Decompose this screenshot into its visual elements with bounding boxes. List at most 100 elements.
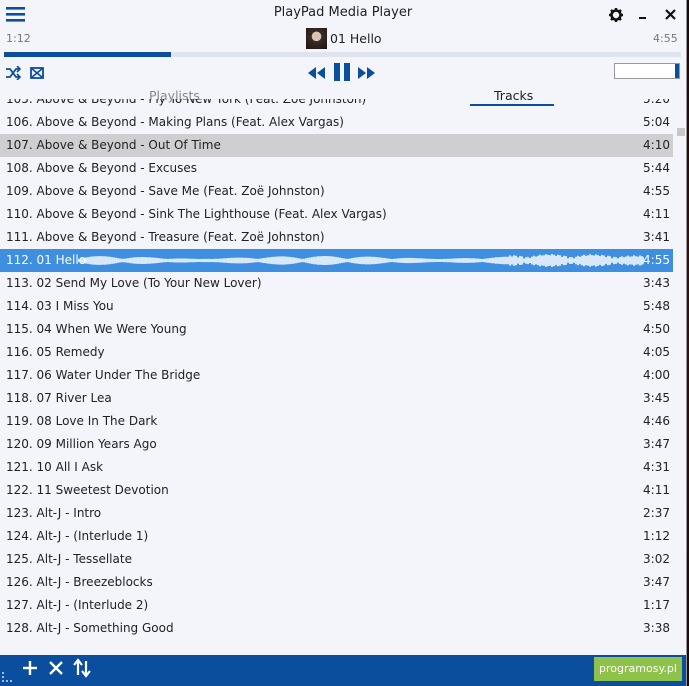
track-duration: 4:46 bbox=[643, 414, 670, 428]
track-title: 122. 11 Sweetest Devotion bbox=[6, 483, 169, 497]
seek-bar[interactable] bbox=[4, 52, 681, 57]
track-row-now-playing[interactable]: 112. 01 Hello 4:55 bbox=[0, 249, 673, 272]
track-duration: 3:38 bbox=[643, 621, 670, 635]
track-title: 126. Alt-J - Breezeblocks bbox=[6, 575, 153, 589]
track-row[interactable]: 120. 09 Million Years Ago 3:47 bbox=[0, 433, 673, 456]
track-title: 127. Alt-J - (Interlude 2) bbox=[6, 598, 149, 612]
close-button[interactable] bbox=[664, 7, 678, 21]
track-title: 121. 10 All I Ask bbox=[6, 460, 104, 474]
close-icon bbox=[665, 9, 676, 20]
previous-icon bbox=[308, 67, 325, 79]
track-title: 110. Above & Beyond - Sink The Lighthous… bbox=[6, 207, 387, 221]
track-title: 120. 09 Million Years Ago bbox=[6, 437, 157, 451]
track-title: 112. 01 Hello bbox=[6, 253, 87, 267]
scrollbar[interactable] bbox=[675, 99, 686, 651]
next-button[interactable] bbox=[357, 65, 377, 79]
now-playing-title: 01 Hello bbox=[330, 31, 382, 46]
sort-button[interactable] bbox=[73, 656, 91, 683]
track-row[interactable]: 123. Alt-J - Intro 2:37 bbox=[0, 502, 673, 525]
track-row[interactable]: 124. Alt-J - (Interlude 1) 1:12 bbox=[0, 525, 673, 548]
track-duration: 4:05 bbox=[643, 345, 670, 359]
track-title: 113. 02 Send My Love (To Your New Lover) bbox=[6, 276, 262, 290]
pause-icon bbox=[334, 63, 350, 81]
track-duration: 4:55 bbox=[643, 184, 670, 198]
track-row[interactable]: 127. Alt-J - (Interlude 2) 1:17 bbox=[0, 594, 673, 617]
track-duration: 4:10 bbox=[643, 138, 670, 152]
repeat-button[interactable] bbox=[29, 65, 45, 79]
volume-slider[interactable] bbox=[614, 63, 680, 79]
track-duration: 1:12 bbox=[643, 529, 670, 543]
track-row[interactable]: 116. 05 Remedy 4:05 bbox=[0, 341, 673, 364]
track-duration: 4:00 bbox=[643, 368, 670, 382]
track-row[interactable]: 117. 06 Water Under The Bridge 4:00 bbox=[0, 364, 673, 387]
next-icon bbox=[358, 67, 375, 79]
track-title: 108. Above & Beyond - Excuses bbox=[6, 161, 197, 175]
track-row[interactable]: 128. Alt-J - Something Good 3:38 bbox=[0, 617, 673, 640]
track-row[interactable]: 113. 02 Send My Love (To Your New Lover)… bbox=[0, 272, 673, 295]
track-duration: 3:47 bbox=[643, 437, 670, 451]
track-duration: 3:02 bbox=[643, 552, 670, 566]
previous-button[interactable] bbox=[307, 65, 327, 79]
resize-grip-icon bbox=[2, 672, 12, 682]
track-title: 128. Alt-J - Something Good bbox=[6, 621, 174, 635]
track-title: 105. Above & Beyond - Fly To New York (F… bbox=[6, 99, 367, 106]
album-art-thumbnail bbox=[306, 28, 327, 49]
watermark-logo: programosy.pl bbox=[594, 657, 682, 681]
track-title: 111. Above & Beyond - Treasure (Feat. Zo… bbox=[6, 230, 325, 244]
track-title: 116. 05 Remedy bbox=[6, 345, 105, 359]
track-duration: 4:50 bbox=[643, 322, 670, 336]
track-title: 114. 03 I Miss You bbox=[6, 299, 114, 313]
player-window: PlayPad Media Player 1:12 01 Hello 4:55 bbox=[0, 0, 687, 686]
track-duration: 3:45 bbox=[643, 391, 670, 405]
track-duration: 3:41 bbox=[643, 230, 670, 244]
track-duration: 1:17 bbox=[643, 598, 670, 612]
seek-bar-fill bbox=[4, 52, 172, 57]
pause-button[interactable] bbox=[333, 62, 351, 82]
shuffle-icon bbox=[6, 65, 22, 81]
track-title: 119. 08 Love In The Dark bbox=[6, 414, 158, 428]
track-title: 118. 07 River Lea bbox=[6, 391, 112, 405]
track-row[interactable]: 115. 04 When We Were Young 4:50 bbox=[0, 318, 673, 341]
track-list[interactable]: 105. Above & Beyond - Fly To New York (F… bbox=[0, 99, 673, 651]
track-row[interactable]: 106. Above & Beyond - Making Plans (Feat… bbox=[0, 111, 673, 134]
track-row[interactable]: 111. Above & Beyond - Treasure (Feat. Zo… bbox=[0, 226, 673, 249]
track-row[interactable]: 125. Alt-J - Tessellate 3:02 bbox=[0, 548, 673, 571]
add-button[interactable] bbox=[22, 656, 38, 683]
track-row[interactable]: 122. 11 Sweetest Devotion 4:11 bbox=[0, 479, 673, 502]
repeat-icon bbox=[30, 67, 44, 79]
track-row[interactable]: 126. Alt-J - Breezeblocks 3:47 bbox=[0, 571, 673, 594]
shuffle-button[interactable] bbox=[5, 65, 22, 81]
track-duration: 2:37 bbox=[643, 506, 670, 520]
plus-icon bbox=[23, 661, 37, 675]
track-duration: 5:48 bbox=[643, 299, 670, 313]
track-row[interactable]: 105. Above & Beyond - Fly To New York (F… bbox=[0, 99, 673, 111]
x-icon bbox=[49, 661, 63, 675]
minimize-icon bbox=[639, 17, 646, 19]
track-duration: 4:55 bbox=[643, 253, 670, 267]
track-row[interactable]: 108. Above & Beyond - Excuses 5:44 bbox=[0, 157, 673, 180]
track-row[interactable]: 109. Above & Beyond - Save Me (Feat. Zoë… bbox=[0, 180, 673, 203]
track-title: 117. 06 Water Under The Bridge bbox=[6, 368, 201, 382]
elapsed-time: 1:12 bbox=[6, 32, 31, 45]
track-title: 109. Above & Beyond - Save Me (Feat. Zoë… bbox=[6, 184, 325, 198]
track-row-selected[interactable]: 107. Above & Beyond - Out Of Time 4:10 bbox=[0, 134, 673, 157]
minimize-button[interactable] bbox=[637, 7, 649, 21]
track-title: 124. Alt-J - (Interlude 1) bbox=[6, 529, 149, 543]
track-title: 123. Alt-J - Intro bbox=[6, 506, 102, 520]
track-row[interactable]: 121. 10 All I Ask 4:31 bbox=[0, 456, 673, 479]
track-row[interactable]: 119. 08 Love In The Dark 4:46 bbox=[0, 410, 673, 433]
track-title: 106. Above & Beyond - Making Plans (Feat… bbox=[6, 115, 344, 129]
track-title: 115. 04 When We Were Young bbox=[6, 322, 187, 336]
track-row[interactable]: 110. Above & Beyond - Sink The Lighthous… bbox=[0, 203, 673, 226]
track-duration: 5:04 bbox=[643, 115, 670, 129]
scrollbar-thumb[interactable] bbox=[677, 128, 685, 136]
track-row[interactable]: 118. 07 River Lea 3:45 bbox=[0, 387, 673, 410]
track-title: 125. Alt-J - Tessellate bbox=[6, 552, 132, 566]
track-row[interactable]: 114. 03 I Miss You 5:48 bbox=[0, 295, 673, 318]
gear-icon bbox=[609, 8, 623, 22]
waveform-path bbox=[78, 254, 644, 267]
remove-button[interactable] bbox=[48, 656, 64, 683]
bottom-toolbar bbox=[0, 655, 686, 686]
track-duration: 3:47 bbox=[643, 575, 670, 589]
settings-button[interactable] bbox=[608, 7, 624, 23]
